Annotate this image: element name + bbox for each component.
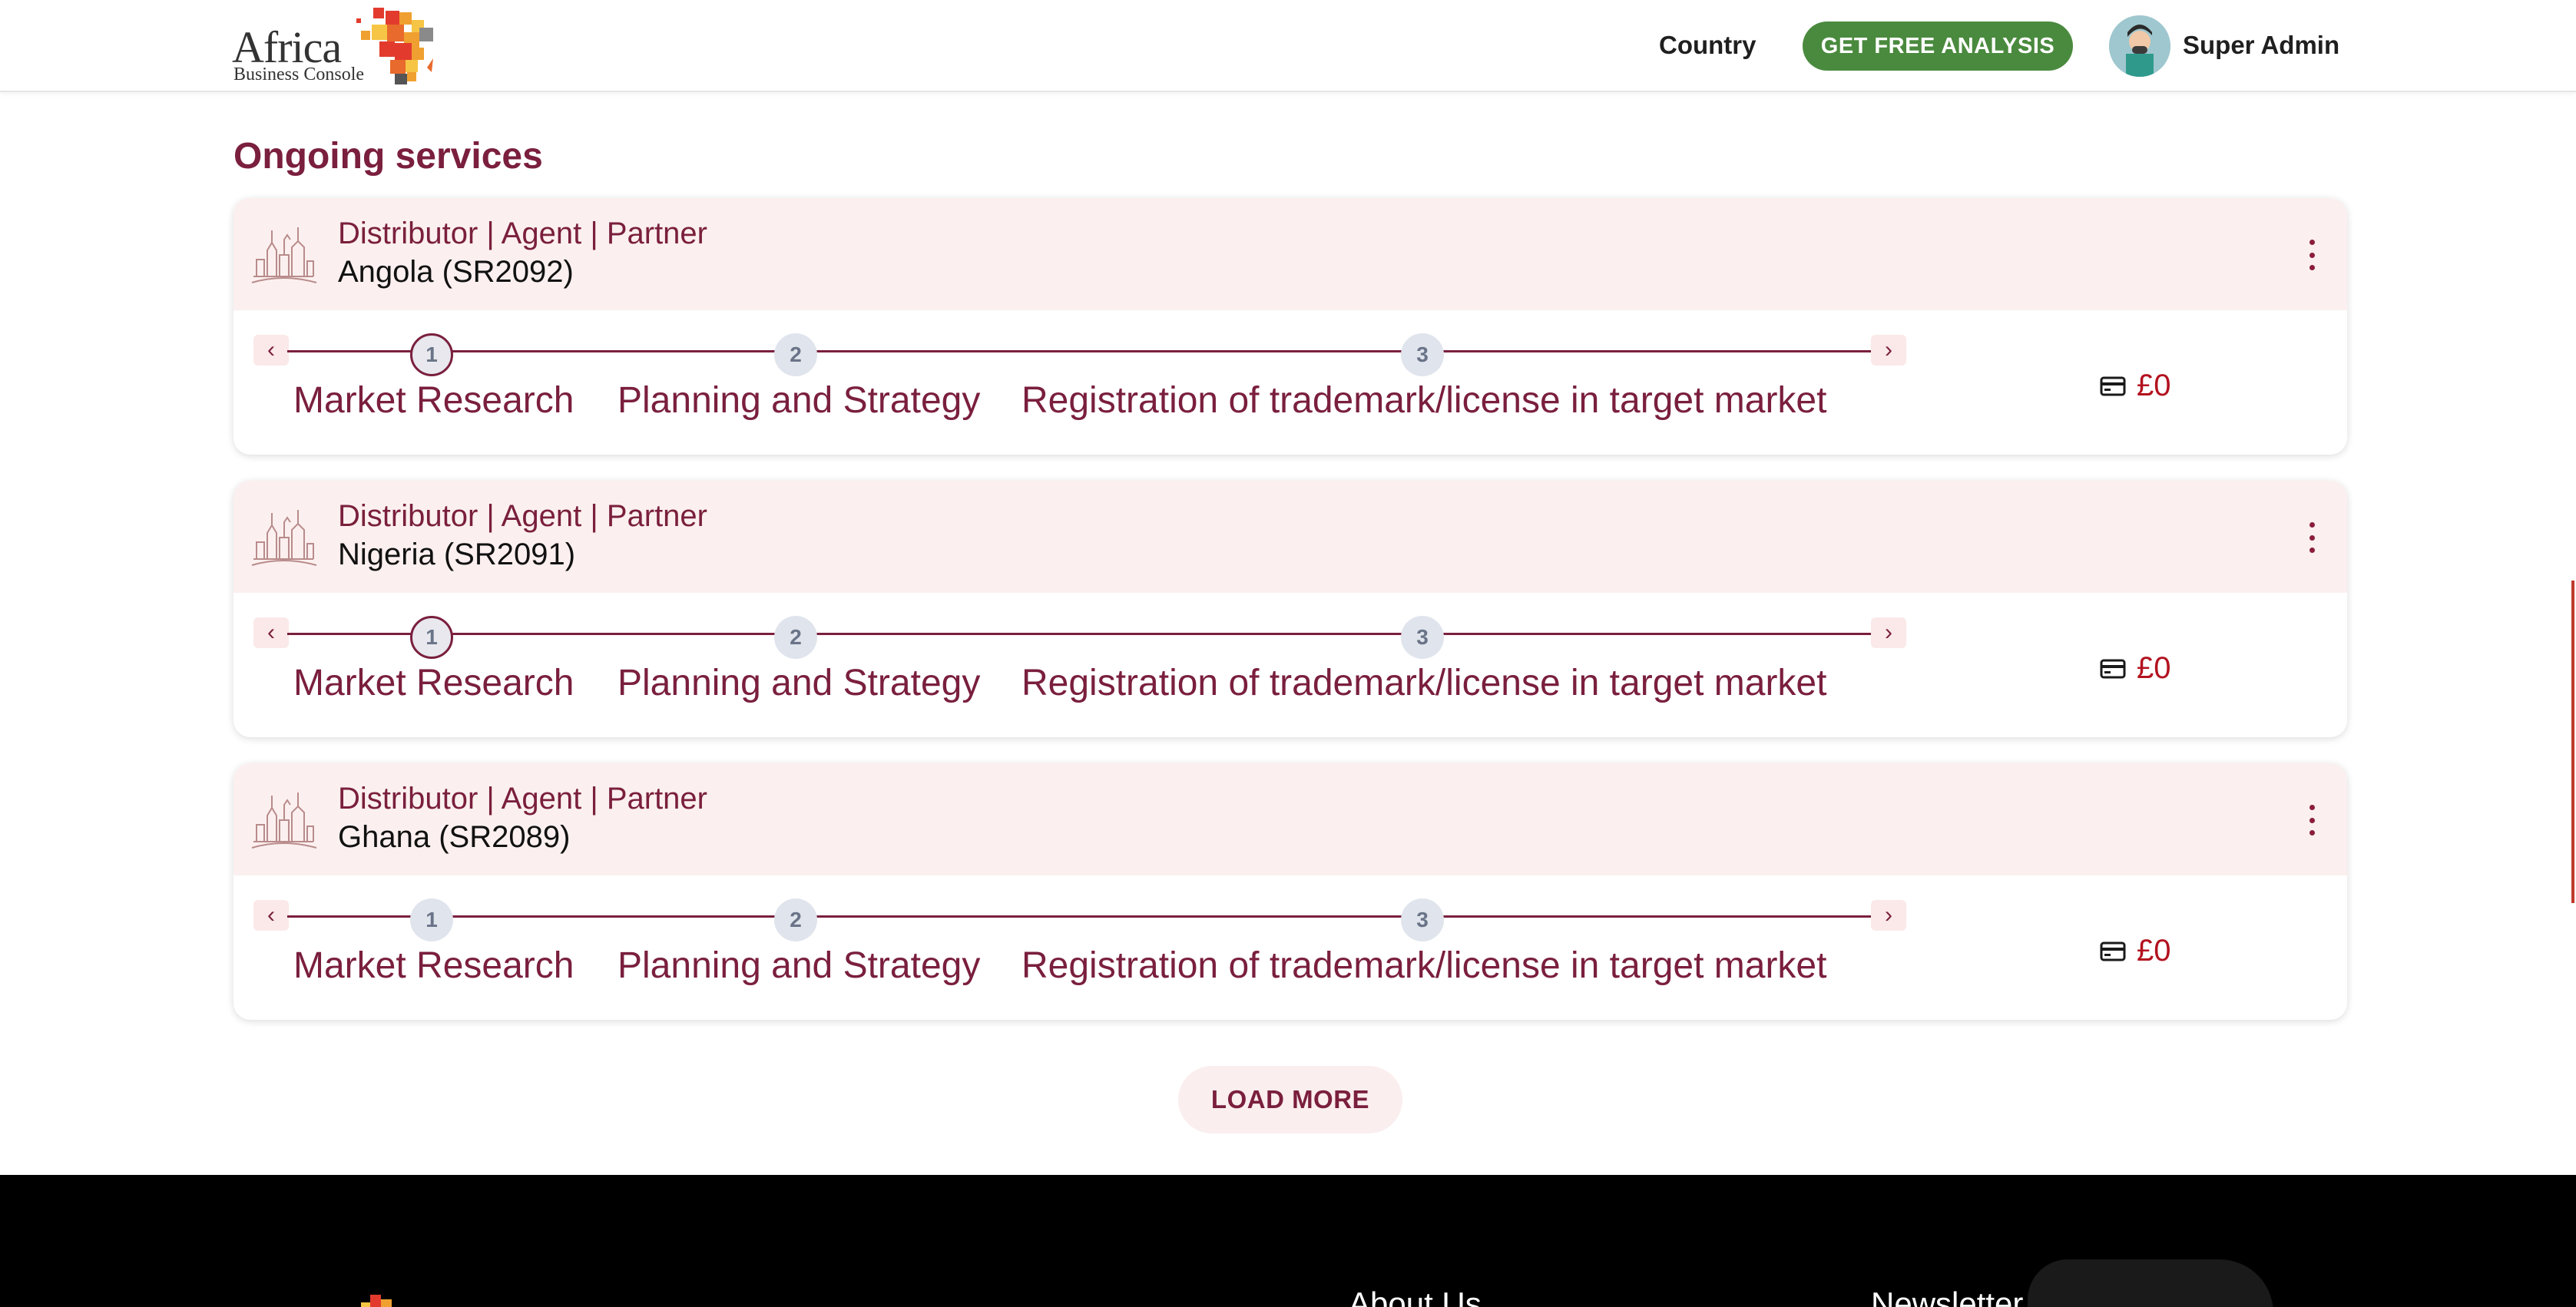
service-category: Distributor | Agent | Partner bbox=[338, 782, 707, 816]
service-price: £0 bbox=[2100, 651, 2171, 686]
step-label[interactable]: Market Research bbox=[293, 379, 574, 422]
step-label[interactable]: Registration of trademark/license in tar… bbox=[1021, 379, 1826, 422]
footer: About Us Newsletter bbox=[0, 1175, 2576, 1307]
step-indicator[interactable]: 3 bbox=[1401, 616, 1444, 659]
service-card[interactable]: Distributor | Agent | Partner Nigeria (SR… bbox=[233, 481, 2347, 737]
get-free-analysis-button[interactable]: GET FREE ANALYSIS bbox=[1803, 22, 2073, 71]
top-header: Africa Business Console Country GET FREE… bbox=[0, 0, 2576, 92]
step-label[interactable]: Registration of trademark/license in tar… bbox=[1021, 662, 1826, 704]
step-indicator[interactable]: 3 bbox=[1401, 898, 1444, 941]
footer-newsletter-label: Newsletter bbox=[1871, 1285, 2024, 1307]
service-category: Distributor | Agent | Partner bbox=[338, 217, 707, 250]
step-indicator[interactable]: 3 bbox=[1401, 333, 1444, 376]
step-indicator[interactable]: 2 bbox=[774, 898, 817, 941]
price-amount: £0 bbox=[2137, 369, 2171, 402]
step-indicator[interactable]: 1 bbox=[410, 898, 453, 941]
nav-country-link[interactable]: Country bbox=[1659, 31, 1757, 60]
service-stepper: ‹ 1 2 3 › bbox=[249, 333, 1908, 376]
step-indicator[interactable]: 1 bbox=[410, 333, 453, 376]
service-country: Nigeria (SR2091) bbox=[338, 538, 576, 571]
africa-logo-icon bbox=[356, 8, 433, 84]
footer-about-link[interactable]: About Us bbox=[1349, 1285, 1482, 1307]
service-card-header: Distributor | Agent | Partner Angola (SR2… bbox=[233, 198, 2347, 310]
city-sketch-icon bbox=[251, 510, 317, 566]
load-more-button[interactable]: LOAD MORE bbox=[1178, 1066, 1402, 1133]
service-card[interactable]: Distributor | Agent | Partner Ghana (SR20… bbox=[233, 763, 2347, 1020]
step-label[interactable]: Registration of trademark/license in tar… bbox=[1021, 945, 1826, 987]
service-card[interactable]: Distributor | Agent | Partner Angola (SR2… bbox=[233, 198, 2347, 455]
user-name-label[interactable]: Super Admin bbox=[2183, 31, 2339, 60]
service-price: £0 bbox=[2100, 369, 2171, 403]
city-sketch-icon bbox=[251, 792, 317, 849]
city-sketch-icon bbox=[251, 227, 317, 283]
chevron-right-icon[interactable]: › bbox=[1871, 335, 1906, 366]
price-amount: £0 bbox=[2137, 651, 2171, 685]
credit-card-icon bbox=[2100, 659, 2126, 678]
service-stepper: ‹ 1 2 3 › bbox=[249, 616, 1908, 659]
user-avatar-icon[interactable] bbox=[2109, 15, 2170, 77]
stepper-line bbox=[287, 915, 1871, 918]
section-title: Ongoing services bbox=[233, 136, 543, 177]
footer-africa-silhouette bbox=[2028, 1259, 2273, 1307]
price-amount: £0 bbox=[2137, 934, 2171, 968]
site-logo[interactable]: Africa Business Console bbox=[232, 5, 455, 88]
service-card-header: Distributor | Agent | Partner Ghana (SR20… bbox=[233, 763, 2347, 875]
step-label[interactable]: Market Research bbox=[293, 662, 574, 704]
service-country: Angola (SR2092) bbox=[338, 255, 574, 289]
chevron-right-icon[interactable]: › bbox=[1871, 900, 1906, 931]
step-label[interactable]: Planning and Strategy bbox=[618, 379, 980, 422]
kebab-menu-icon[interactable] bbox=[2306, 240, 2318, 270]
service-stepper: ‹ 1 2 3 › bbox=[249, 898, 1908, 941]
stepper-line bbox=[287, 350, 1871, 352]
kebab-menu-icon[interactable] bbox=[2306, 805, 2318, 835]
logo-text-secondary: Business Console bbox=[233, 65, 365, 84]
step-label[interactable]: Market Research bbox=[293, 945, 574, 987]
chevron-left-icon[interactable]: ‹ bbox=[253, 617, 289, 648]
step-indicator[interactable]: 1 bbox=[410, 616, 453, 659]
chevron-left-icon[interactable]: ‹ bbox=[253, 900, 289, 931]
step-label[interactable]: Planning and Strategy bbox=[618, 945, 980, 987]
footer-logo-icon[interactable] bbox=[347, 1292, 416, 1307]
scrollbar-indicator[interactable] bbox=[2571, 581, 2574, 903]
step-indicator[interactable]: 2 bbox=[774, 333, 817, 376]
step-label[interactable]: Planning and Strategy bbox=[618, 662, 980, 704]
service-price: £0 bbox=[2100, 934, 2171, 968]
chevron-right-icon[interactable]: › bbox=[1871, 617, 1906, 648]
stepper-line bbox=[287, 633, 1871, 635]
kebab-menu-icon[interactable] bbox=[2306, 522, 2318, 553]
chevron-left-icon[interactable]: ‹ bbox=[253, 335, 289, 366]
service-country: Ghana (SR2089) bbox=[338, 820, 571, 854]
credit-card-icon bbox=[2100, 941, 2126, 961]
credit-card-icon bbox=[2100, 376, 2126, 395]
service-category: Distributor | Agent | Partner bbox=[338, 499, 707, 533]
service-card-header: Distributor | Agent | Partner Nigeria (SR… bbox=[233, 481, 2347, 593]
step-indicator[interactable]: 2 bbox=[774, 616, 817, 659]
